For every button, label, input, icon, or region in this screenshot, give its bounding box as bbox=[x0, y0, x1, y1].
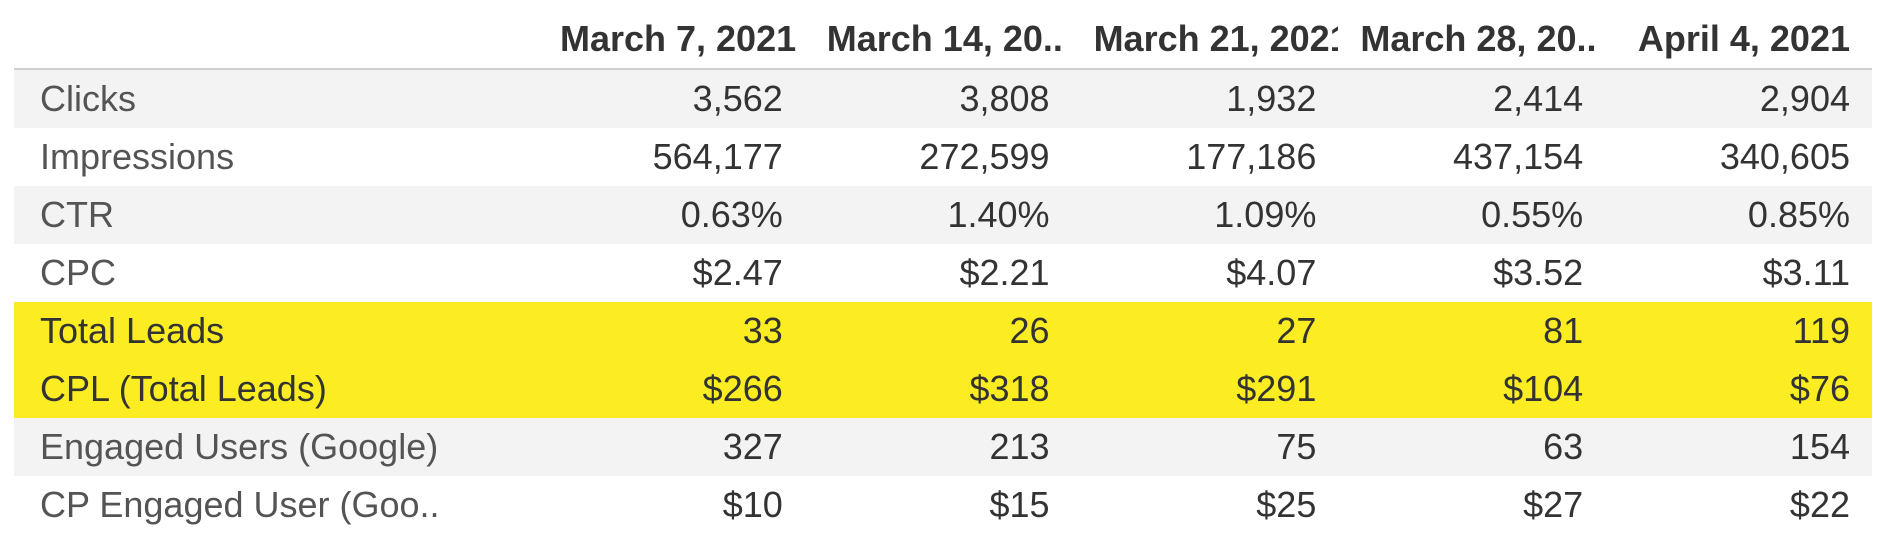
row-value: $104 bbox=[1338, 360, 1605, 418]
row-value: 0.85% bbox=[1605, 186, 1872, 244]
table-row: Clicks3,5623,8081,9322,4142,904 bbox=[14, 69, 1872, 128]
row-value: 119 bbox=[1605, 302, 1872, 360]
row-value: 272,599 bbox=[805, 128, 1072, 186]
row-label: CPL (Total Leads) bbox=[14, 360, 538, 418]
row-value: 0.63% bbox=[538, 186, 805, 244]
row-value: 437,154 bbox=[1338, 128, 1605, 186]
table-header-col-1: March 14, 20.. bbox=[805, 10, 1072, 69]
table-row: CPL (Total Leads)$266$318$291$104$76 bbox=[14, 360, 1872, 418]
row-value: $318 bbox=[805, 360, 1072, 418]
row-label: Total Leads bbox=[14, 302, 538, 360]
row-value: $15 bbox=[805, 476, 1072, 534]
row-value: 33 bbox=[538, 302, 805, 360]
table-row: Total Leads33262781119 bbox=[14, 302, 1872, 360]
row-value: 154 bbox=[1605, 418, 1872, 476]
row-value: 1.40% bbox=[805, 186, 1072, 244]
row-value: 1.09% bbox=[1072, 186, 1339, 244]
table-row: Impressions564,177272,599177,186437,1543… bbox=[14, 128, 1872, 186]
row-value: $25 bbox=[1072, 476, 1339, 534]
row-value: 213 bbox=[805, 418, 1072, 476]
row-value: 63 bbox=[1338, 418, 1605, 476]
row-value: 75 bbox=[1072, 418, 1339, 476]
table-header-col-2: March 21, 2021 bbox=[1072, 10, 1339, 69]
table-row: CP Engaged User (Goo..$10$15$25$27$22 bbox=[14, 476, 1872, 534]
row-value: 3,808 bbox=[805, 69, 1072, 128]
row-value: 327 bbox=[538, 418, 805, 476]
row-value: 81 bbox=[1338, 302, 1605, 360]
row-label: CP Engaged User (Goo.. bbox=[14, 476, 538, 534]
table-row: Engaged Users (Google)3272137563154 bbox=[14, 418, 1872, 476]
table-header-col-0: March 7, 2021 bbox=[538, 10, 805, 69]
row-value: 177,186 bbox=[1072, 128, 1339, 186]
row-value: 3,562 bbox=[538, 69, 805, 128]
row-value: 340,605 bbox=[1605, 128, 1872, 186]
row-value: $76 bbox=[1605, 360, 1872, 418]
row-value: 2,414 bbox=[1338, 69, 1605, 128]
row-label: CPC bbox=[14, 244, 538, 302]
row-label: Engaged Users (Google) bbox=[14, 418, 538, 476]
row-value: 26 bbox=[805, 302, 1072, 360]
row-value: 27 bbox=[1072, 302, 1339, 360]
table-row: CTR0.63%1.40%1.09%0.55%0.85% bbox=[14, 186, 1872, 244]
row-label: Clicks bbox=[14, 69, 538, 128]
row-value: 1,932 bbox=[1072, 69, 1339, 128]
row-value: $27 bbox=[1338, 476, 1605, 534]
row-value: $266 bbox=[538, 360, 805, 418]
row-value: $3.52 bbox=[1338, 244, 1605, 302]
metrics-table-container: March 7, 2021 March 14, 20.. March 21, 2… bbox=[0, 0, 1886, 534]
table-header-col-3: March 28, 20.. bbox=[1338, 10, 1605, 69]
table-body: Clicks3,5623,8081,9322,4142,904Impressio… bbox=[14, 69, 1872, 534]
row-label: CTR bbox=[14, 186, 538, 244]
metrics-table: March 7, 2021 March 14, 20.. March 21, 2… bbox=[14, 10, 1872, 534]
row-label: Impressions bbox=[14, 128, 538, 186]
row-value: $10 bbox=[538, 476, 805, 534]
row-value: 564,177 bbox=[538, 128, 805, 186]
row-value: 2,904 bbox=[1605, 69, 1872, 128]
row-value: 0.55% bbox=[1338, 186, 1605, 244]
row-value: $291 bbox=[1072, 360, 1339, 418]
row-value: $4.07 bbox=[1072, 244, 1339, 302]
table-row: CPC$2.47$2.21$4.07$3.52$3.11 bbox=[14, 244, 1872, 302]
row-value: $22 bbox=[1605, 476, 1872, 534]
table-header-row: March 7, 2021 March 14, 20.. March 21, 2… bbox=[14, 10, 1872, 69]
row-value: $2.47 bbox=[538, 244, 805, 302]
row-value: $3.11 bbox=[1605, 244, 1872, 302]
row-value: $2.21 bbox=[805, 244, 1072, 302]
table-header-col-4: April 4, 2021 bbox=[1605, 10, 1872, 69]
table-header-blank bbox=[14, 10, 538, 69]
